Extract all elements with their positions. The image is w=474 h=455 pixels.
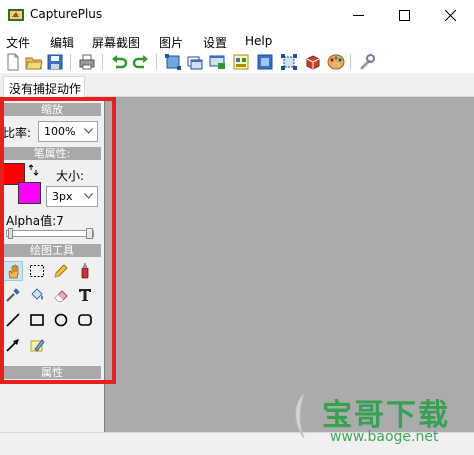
watermark-logo (295, 392, 306, 439)
alpha-slider-thumb[interactable] (8, 228, 13, 239)
title-bar: CapturePlus (0, 0, 474, 31)
menu-help[interactable]: Help (245, 34, 272, 48)
capture-fullscreen-icon[interactable] (256, 53, 274, 71)
menu-edit[interactable]: 编辑 (50, 34, 74, 51)
watermark-text: 宝哥下载 (322, 398, 450, 433)
hand-tool[interactable] (3, 261, 23, 281)
watermark: 宝哥下载 www.baoge.net (288, 388, 474, 448)
rounded-rect-tool[interactable] (75, 310, 95, 330)
tab-strip: 没有捕捉动作 (0, 73, 474, 97)
fill-bucket-tool[interactable] (27, 285, 47, 305)
rect-select-icon (30, 265, 44, 277)
line-tool[interactable] (3, 310, 23, 330)
capture-fixed-icon[interactable] (280, 53, 298, 71)
pen-size-value: 3px (52, 190, 73, 203)
side-panel: 缩放 比率: 100% 笔属性: 大小: 3px Alpha值:7 绘图工具 属… (0, 97, 104, 432)
text-icon (79, 289, 91, 301)
close-button[interactable] (428, 0, 474, 31)
capture-window-icon[interactable] (186, 53, 204, 71)
spray-icon (81, 263, 89, 279)
capture-screen-icon[interactable] (208, 53, 226, 71)
swap-colors-icon[interactable] (29, 164, 39, 176)
watermark-url: www.baoge.net (330, 429, 439, 445)
arrow-tool[interactable] (3, 335, 23, 355)
zoom-ratio-value: 100% (44, 125, 76, 138)
rectangle-tool[interactable] (27, 310, 47, 330)
secondary-color-swatch[interactable] (18, 182, 41, 204)
capture-region-icon[interactable] (164, 53, 182, 71)
eraser-tool[interactable] (51, 285, 71, 305)
tools-section-header: 绘图工具 (3, 244, 101, 257)
alpha-label: Alpha值:7 (6, 214, 64, 228)
capture-scroll-icon[interactable] (304, 53, 322, 71)
highlighter-tool[interactable] (27, 335, 47, 355)
pencil-tool[interactable] (51, 261, 71, 281)
app-icon (8, 9, 24, 21)
pencil-icon (54, 264, 68, 278)
wrench-icon[interactable] (358, 53, 376, 71)
maximize-button[interactable] (382, 0, 428, 31)
rectangle-icon (30, 314, 44, 326)
ellipse-icon (54, 313, 68, 327)
rect-select-tool[interactable] (27, 261, 47, 281)
window-title: CapturePlus (30, 7, 103, 21)
toolbar-separator (156, 54, 157, 70)
properties-section-header: 属性 (3, 366, 101, 379)
close-icon (445, 10, 456, 21)
toolbar-separator (70, 54, 71, 70)
ratio-label: 比率: (3, 126, 32, 140)
hand-icon (8, 264, 19, 279)
ellipse-tool[interactable] (51, 310, 71, 330)
tab-no-capture[interactable]: 没有捕捉动作 (3, 76, 85, 97)
eraser-icon (54, 290, 68, 302)
minimize-button[interactable] (336, 0, 382, 31)
chevron-down-icon (84, 193, 93, 199)
spray-tool[interactable] (75, 261, 95, 281)
zoom-ratio-select[interactable]: 100% (38, 121, 98, 142)
menu-bar: 文件 编辑 屏幕截图 图片 设置 Help (0, 31, 474, 51)
palette-icon[interactable] (327, 53, 345, 71)
new-icon[interactable] (4, 53, 22, 71)
capture-object-icon[interactable] (232, 53, 250, 71)
redo-icon[interactable] (132, 53, 150, 71)
undo-icon[interactable] (110, 53, 128, 71)
save-icon[interactable] (46, 53, 64, 71)
eyedropper-tool[interactable] (3, 285, 23, 305)
menu-screenshot[interactable]: 屏幕截图 (92, 34, 140, 51)
menu-settings[interactable]: 设置 (203, 34, 227, 51)
highlighter-icon (30, 339, 45, 352)
alpha-slider-track[interactable] (6, 230, 94, 237)
toolbar (0, 51, 474, 73)
eyedropper-icon (6, 288, 20, 302)
arrow-icon (6, 339, 19, 352)
zoom-section-header: 缩放 (3, 103, 101, 116)
rounded-rect-icon (78, 314, 92, 326)
menu-image[interactable]: 图片 (159, 34, 183, 51)
pen-section-header: 笔属性: (3, 147, 101, 160)
fill-bucket-icon (31, 288, 43, 300)
line-icon (6, 313, 20, 327)
maximize-icon (399, 10, 410, 21)
menu-file[interactable]: 文件 (6, 34, 30, 51)
text-tool[interactable] (75, 285, 95, 305)
toolbar-separator (102, 54, 103, 70)
pen-size-select[interactable]: 3px (46, 186, 98, 207)
print-icon[interactable] (78, 53, 96, 71)
minimize-icon (353, 15, 364, 16)
chevron-down-icon (84, 128, 93, 134)
open-icon[interactable] (25, 53, 43, 71)
toolbar-separator (350, 54, 351, 70)
alpha-slider-end (86, 228, 93, 239)
size-label: 大小: (56, 169, 85, 183)
capture-canvas[interactable] (104, 97, 474, 432)
